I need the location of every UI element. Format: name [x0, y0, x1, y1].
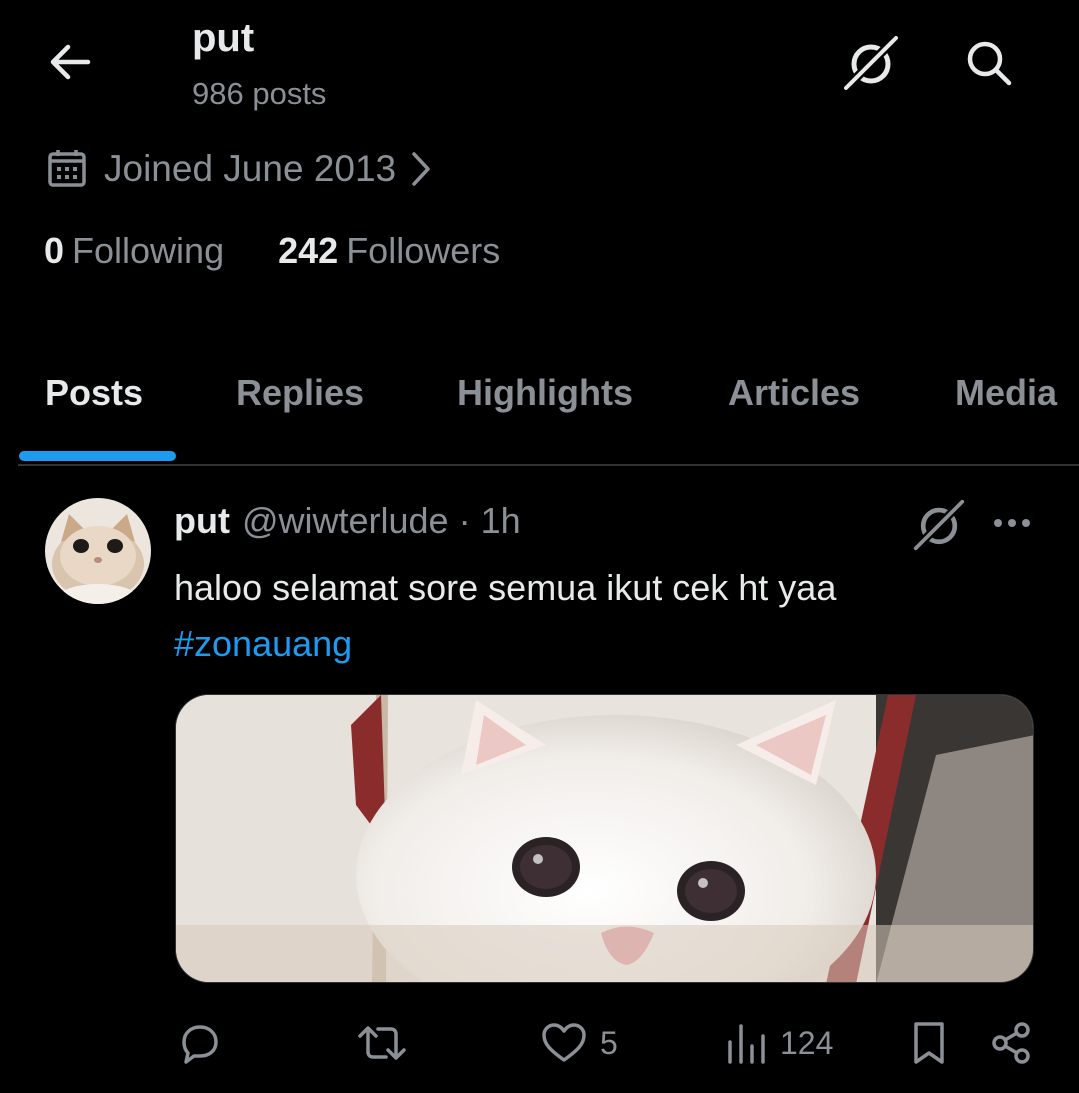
search-button[interactable] [962, 36, 1016, 90]
following-count: 0 [44, 230, 65, 271]
like-count: 5 [600, 1024, 618, 1061]
repost-icon [358, 1026, 406, 1060]
post-body: haloo selamat sore semua ikut cek ht yaa [174, 567, 837, 608]
joined-date[interactable]: Joined June 2013 [46, 146, 432, 192]
search-icon [967, 41, 1012, 86]
followers-link[interactable]: 242 Followers [278, 230, 500, 272]
grok-button[interactable] [842, 34, 900, 92]
followers-label: Followers [346, 230, 501, 271]
more-icon [994, 519, 1030, 527]
more-button[interactable] [990, 508, 1034, 538]
post-time[interactable]: 1h [481, 500, 521, 542]
repost-button[interactable] [356, 1016, 408, 1070]
joined-text: Joined June 2013 [104, 148, 397, 189]
bookmark-icon [914, 1022, 944, 1064]
bookmark-button[interactable] [910, 1016, 948, 1070]
avatar-image [45, 498, 151, 604]
post-author-name[interactable]: put [174, 500, 230, 542]
following-link[interactable]: 0 Following [44, 230, 224, 272]
chevron-right-icon [412, 152, 430, 186]
like-button[interactable]: 5 [540, 1016, 618, 1070]
followers-count: 242 [278, 230, 339, 271]
tab-replies[interactable]: Replies [236, 372, 364, 414]
calendar-icon [48, 150, 86, 187]
views-icon [728, 1024, 765, 1064]
post-count: 986 posts [192, 76, 327, 111]
profile-tabs: Posts Replies Highlights Articles Media [0, 360, 1079, 464]
cat-photo [176, 695, 1033, 982]
post-header: put @wiwterlude · 1h [174, 500, 521, 542]
reply-icon [182, 1025, 218, 1064]
tab-posts[interactable]: Posts [45, 372, 143, 414]
hashtag-link[interactable]: #zonauang [174, 616, 1034, 672]
avatar[interactable] [45, 498, 151, 604]
following-label: Following [72, 230, 225, 271]
share-button[interactable] [988, 1016, 1034, 1070]
post-author-handle[interactable]: @wiwterlude [242, 500, 449, 542]
reply-button[interactable] [176, 1016, 222, 1070]
tab-articles[interactable]: Articles [728, 372, 860, 414]
view-count: 124 [780, 1024, 834, 1061]
post-text: haloo selamat sore semua ikut cek ht yaa… [174, 560, 1034, 672]
arrow-left-icon [50, 44, 91, 80]
divider [18, 464, 1079, 466]
grok-icon [843, 35, 899, 91]
share-icon [992, 1022, 1030, 1064]
separator: · [458, 500, 471, 541]
post-image[interactable] [175, 694, 1034, 983]
active-tab-indicator [19, 451, 176, 461]
post-grok-button[interactable] [912, 498, 966, 552]
tab-media[interactable]: Media [955, 372, 1057, 414]
follow-stats: 0 Following 242 Followers [44, 230, 500, 272]
back-button[interactable] [44, 36, 96, 88]
tab-highlights[interactable]: Highlights [457, 372, 633, 414]
views-button[interactable]: 124 [724, 1016, 833, 1070]
grok-icon [913, 499, 965, 551]
heart-icon [542, 1023, 586, 1062]
page-title: put [192, 16, 255, 60]
